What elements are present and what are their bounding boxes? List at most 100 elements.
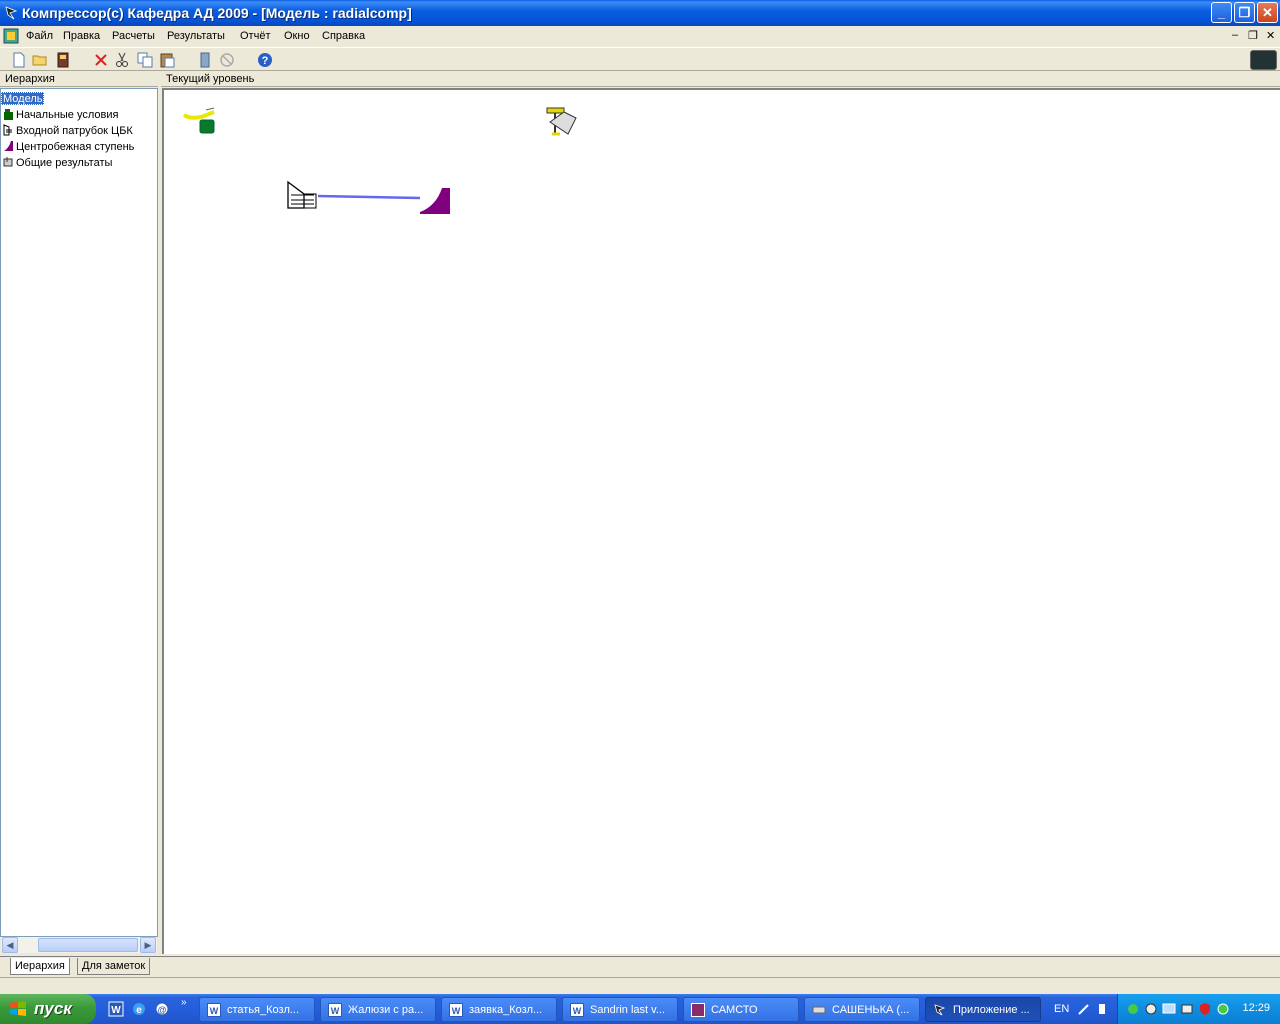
connection-line[interactable] xyxy=(317,194,421,200)
bottom-tabs: Иерархия Для заметок xyxy=(0,956,1280,976)
tree-item-inlet[interactable]: Входной патрубок ЦБК xyxy=(3,124,133,139)
svg-text:?: ? xyxy=(262,55,269,67)
word-quicklaunch-icon[interactable]: W xyxy=(108,1001,124,1017)
monitor-icon[interactable] xyxy=(1162,1002,1176,1016)
menu-file[interactable]: Файл xyxy=(26,30,53,42)
inlet-icon xyxy=(3,124,12,136)
word-icon: W xyxy=(570,1003,584,1017)
tree-item-label: Входной патрубок ЦБК xyxy=(16,125,133,137)
taskbar-item[interactable]: Приложение ... xyxy=(925,997,1041,1022)
tree-root-model[interactable]: Модель xyxy=(1,92,45,105)
status-bar xyxy=(0,977,1280,994)
tree-item-centrifugal-stage[interactable]: Центробежная ступень xyxy=(3,140,134,155)
menu-bar: Файл Правка Расчеты Результаты Отчёт Окн… xyxy=(0,26,1280,46)
svg-text:W: W xyxy=(452,1006,461,1016)
svg-text:W: W xyxy=(111,1005,121,1016)
save-icon[interactable] xyxy=(55,52,71,68)
taskbar-item[interactable]: W Sandrin last v... xyxy=(562,997,678,1022)
current-level-panel-header: Текущий уровень xyxy=(161,72,1280,87)
svg-text:W: W xyxy=(331,1006,340,1016)
centrifugal-stage-block[interactable] xyxy=(420,188,450,214)
connection-icon[interactable] xyxy=(1180,1002,1194,1016)
calc-icon[interactable] xyxy=(197,52,213,68)
toolbar: ? xyxy=(0,47,1280,71)
tab-notes[interactable]: Для заметок xyxy=(77,958,151,975)
delete-icon[interactable] xyxy=(93,52,109,68)
mdi-close-button[interactable]: ✕ xyxy=(1266,29,1275,42)
clock: 12:29 xyxy=(1242,1002,1270,1014)
system-tray: 12:29 xyxy=(1117,994,1280,1024)
open-icon[interactable] xyxy=(32,52,48,68)
tree-item-label: Общие результаты xyxy=(16,157,113,169)
compressor-app-icon[interactable] xyxy=(4,5,20,21)
svg-text:e: e xyxy=(136,1005,142,1016)
tree-item-overall-results[interactable]: Общие результаты xyxy=(3,156,112,171)
sound-icon[interactable] xyxy=(1144,1002,1158,1016)
tab-hierarchy[interactable]: Иерархия xyxy=(10,958,70,975)
start-button[interactable]: пуск xyxy=(0,994,96,1024)
maximize-button[interactable]: ❐ xyxy=(1234,2,1255,23)
menu-calculations[interactable]: Расчеты xyxy=(112,30,155,42)
cut-icon[interactable] xyxy=(114,52,130,68)
tree-item-label: Начальные условия xyxy=(16,109,119,121)
taskbar-item[interactable]: САМСТО xyxy=(683,997,799,1022)
browser-quicklaunch-icon[interactable]: @ xyxy=(154,1001,170,1017)
svg-text:W: W xyxy=(210,1006,219,1016)
quicklaunch-more-icon[interactable]: » xyxy=(181,997,187,1008)
taskbar-item[interactable]: W Жалюзи с ра... xyxy=(320,997,436,1022)
keyboard-icon[interactable] xyxy=(1095,1002,1109,1016)
mdi-restore-button[interactable]: ❐ xyxy=(1248,29,1258,42)
update-icon[interactable] xyxy=(1216,1002,1230,1016)
tree-horizontal-scrollbar[interactable]: ◀ ▶ xyxy=(1,937,157,953)
initial-conditions-block[interactable] xyxy=(182,107,215,134)
menu-help[interactable]: Справка xyxy=(322,30,365,42)
shield-icon[interactable] xyxy=(1198,1002,1212,1016)
compressor-icon xyxy=(934,1004,946,1016)
copy-icon[interactable] xyxy=(137,52,153,68)
scroll-thumb[interactable] xyxy=(38,938,138,952)
menu-edit[interactable]: Правка xyxy=(63,30,100,42)
network-icon[interactable] xyxy=(1126,1002,1140,1016)
svg-text:W: W xyxy=(573,1006,582,1016)
stop-icon[interactable] xyxy=(219,52,235,68)
ie-quicklaunch-icon[interactable]: e xyxy=(131,1001,147,1017)
hierarchy-tree[interactable]: Модель Начальные условия Входной патрубо… xyxy=(0,88,158,937)
menu-report[interactable]: Отчёт xyxy=(240,30,270,42)
app-icon xyxy=(691,1003,705,1017)
paste-icon[interactable] xyxy=(159,52,175,68)
pen-icon[interactable] xyxy=(1077,1002,1091,1016)
close-button[interactable]: ✕ xyxy=(1257,2,1278,23)
minimize-button[interactable]: _ xyxy=(1211,2,1232,23)
tree-item-label: Центробежная ступень xyxy=(16,141,135,153)
hierarchy-panel-header: Иерархия xyxy=(0,72,158,87)
window-title: Компрессор(c) Кафедра АД 2009 - [Модель … xyxy=(22,5,412,21)
initial-conditions-icon xyxy=(4,109,13,120)
word-icon: W xyxy=(328,1003,342,1017)
new-icon[interactable] xyxy=(11,52,27,68)
menu-results[interactable]: Результаты xyxy=(167,30,225,42)
logo-icon xyxy=(1250,50,1277,70)
document-icon[interactable] xyxy=(3,28,19,44)
stage-icon xyxy=(4,141,13,151)
scroll-left-icon[interactable]: ◀ xyxy=(2,937,18,953)
results-icon xyxy=(3,157,13,167)
windows-flag-icon xyxy=(10,1001,26,1016)
title-bar: Компрессор(c) Кафедра АД 2009 - [Модель … xyxy=(0,0,1280,26)
language-indicator[interactable]: EN xyxy=(1054,1003,1069,1015)
mdi-minimize-button[interactable]: – xyxy=(1232,29,1238,41)
taskbar-item[interactable]: W статья_Козл... xyxy=(199,997,315,1022)
menu-window[interactable]: Окно xyxy=(284,30,310,42)
word-icon: W xyxy=(207,1003,221,1017)
drive-icon xyxy=(812,1006,826,1014)
word-icon: W xyxy=(449,1003,463,1017)
tree-item-initial-conditions[interactable]: Начальные условия xyxy=(3,108,118,123)
model-canvas[interactable] xyxy=(162,88,1280,954)
taskbar-item[interactable]: САШЕНЬКА (... xyxy=(804,997,920,1022)
svg-text:@: @ xyxy=(158,1005,167,1015)
inlet-block[interactable] xyxy=(287,180,317,209)
taskbar-item[interactable]: W заявка_Козл... xyxy=(441,997,557,1022)
help-icon[interactable]: ? xyxy=(257,52,273,68)
start-label: пуск xyxy=(34,999,72,1018)
scroll-right-icon[interactable]: ▶ xyxy=(140,937,156,953)
overall-results-block[interactable] xyxy=(546,107,577,136)
